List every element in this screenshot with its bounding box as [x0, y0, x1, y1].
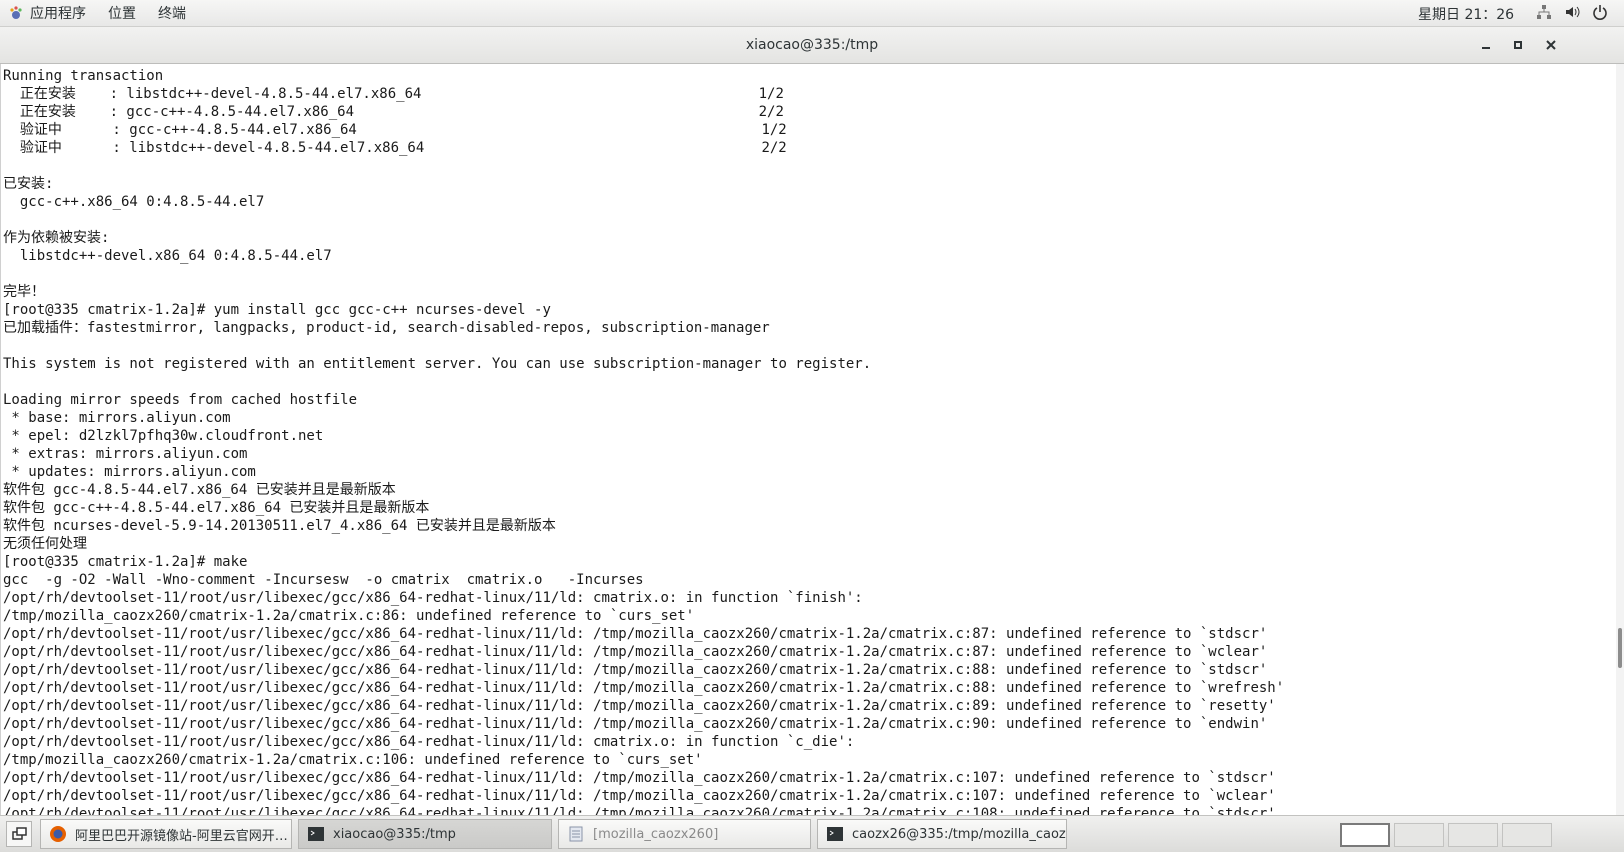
terminal-line: * updates: mirrors.aliyun.com [3, 464, 256, 480]
minimize-icon [1482, 47, 1490, 49]
terminal-line: 作为依赖被安装: [3, 230, 110, 246]
system-tray [1536, 4, 1608, 20]
minimize-button[interactable] [1474, 33, 1498, 57]
terminal-line: /opt/rh/devtoolset-11/root/usr/libexec/g… [3, 698, 1276, 714]
terminal-line: gcc -g -O2 -Wall -Wno-comment -Incursesw… [3, 572, 644, 588]
task-label: 阿里巴巴开源镜像站-阿里云官网开… [75, 828, 288, 844]
terminal-line: 正在安装 : libstdc++-devel-4.8.5-44.el7.x86_… [3, 86, 784, 102]
terminal-line: /opt/rh/devtoolset-11/root/usr/libexec/g… [3, 716, 1268, 732]
terminal-line: * base: mirrors.aliyun.com [3, 410, 231, 426]
terminal-line: /tmp/mozilla_caozx260/cmatrix-1.2a/cmatr… [3, 608, 695, 624]
terminal-line: /opt/rh/devtoolset-11/root/usr/libexec/g… [3, 788, 1276, 804]
terminal-output[interactable]: Running transaction 正在安装 : libstdc++-dev… [0, 64, 1617, 815]
terminal-line: /opt/rh/devtoolset-11/root/usr/libexec/g… [3, 734, 855, 750]
task-label: xiaocao@335:/tmp [333, 826, 456, 842]
task-label: [mozilla_caozx260] [593, 826, 719, 842]
scrollbar-thumb[interactable] [1618, 628, 1622, 668]
terminal-line: 验证中 : libstdc++-devel-4.8.5-44.el7.x86_6… [3, 140, 787, 156]
clock[interactable]: 星期日 21：26 [1418, 4, 1514, 24]
terminal-line: /opt/rh/devtoolset-11/root/usr/libexec/g… [3, 590, 863, 606]
workspace-3[interactable] [1448, 823, 1498, 847]
workspace-4[interactable] [1502, 823, 1552, 847]
maximize-icon [1514, 41, 1522, 49]
terminal-line: 无须任何处理 [3, 536, 87, 552]
terminal-line: * epel: d2lzkl7pfhq30w.cloudfront.net [3, 428, 324, 444]
show-desktop-button[interactable] [6, 821, 32, 847]
terminal-line: 已安装: [3, 176, 54, 192]
applications-menu[interactable]: 应用程序 [8, 3, 108, 23]
terminal-line: /opt/rh/devtoolset-11/root/usr/libexec/g… [3, 662, 1268, 678]
terminal-line: /opt/rh/devtoolset-11/root/usr/libexec/g… [3, 644, 1268, 660]
terminal-line: /tmp/mozilla_caozx260/cmatrix-1.2a/cmatr… [3, 752, 703, 768]
terminal-icon [827, 827, 843, 841]
terminal-line: [root@335 cmatrix-1.2a]# make [3, 554, 248, 570]
menu-terminal[interactable]: 终端 [158, 3, 186, 23]
terminal-text: Running transaction 正在安装 : libstdc++-dev… [1, 64, 1617, 815]
task-terminal-caozx26[interactable]: caozx26@335:/tmp/mozilla_caozx… [817, 819, 1067, 849]
show-desktop-icon [12, 827, 27, 840]
menu-applications[interactable]: 应用程序 [30, 3, 86, 23]
task-terminal-xiaocao[interactable]: xiaocao@335:/tmp [298, 819, 552, 849]
terminal-line: 软件包 gcc-c++-4.8.5-44.el7.x86_64 已安装并且是最新… [3, 500, 430, 516]
top-panel: 应用程序 位置 终端 星期日 21：26 [0, 0, 1624, 27]
terminal-line: 正在安装 : gcc-c++-4.8.5-44.el7.x86_64 2/2 [3, 104, 784, 120]
close-button[interactable] [1539, 33, 1563, 57]
maximize-button[interactable] [1506, 33, 1530, 57]
terminal-line: Loading mirror speeds from cached hostfi… [3, 392, 358, 408]
terminal-line: 完毕！ [3, 284, 45, 300]
menu-places[interactable]: 位置 [108, 3, 136, 23]
terminal-line: /opt/rh/devtoolset-11/root/usr/libexec/g… [3, 806, 1276, 815]
firefox-icon [50, 826, 66, 842]
taskbar: 阿里巴巴开源镜像站-阿里云官网开… xiaocao@335:/tmp [mozi… [0, 815, 1624, 852]
file-manager-icon [569, 826, 583, 842]
terminal-line: This system is not registered with an en… [3, 356, 872, 372]
terminal-line: gcc-c++.x86_64 0:4.8.5-44.el7 [3, 194, 265, 210]
terminal-line: /opt/rh/devtoolset-11/root/usr/libexec/g… [3, 626, 1268, 642]
terminal-line: 验证中 : gcc-c++-4.8.5-44.el7.x86_64 1/2 [3, 122, 787, 138]
terminal-line: /opt/rh/devtoolset-11/root/usr/libexec/g… [3, 680, 1285, 696]
workspace-2[interactable] [1394, 823, 1444, 847]
terminal-icon [308, 827, 324, 841]
workspace-1[interactable] [1340, 823, 1390, 847]
network-icon[interactable] [1536, 4, 1552, 20]
terminal-line: [root@335 cmatrix-1.2a]# yum install gcc… [3, 302, 551, 318]
terminal-line: libstdc++-devel.x86_64 0:4.8.5-44.el7 [3, 248, 332, 264]
volume-icon[interactable] [1564, 4, 1580, 20]
terminal-line: /opt/rh/devtoolset-11/root/usr/libexec/g… [3, 770, 1276, 786]
terminal-line: 已加载插件：fastestmirror, langpacks, product-… [3, 320, 770, 336]
gnome-foot-icon [10, 6, 22, 19]
task-file-manager[interactable]: [mozilla_caozx260] [558, 819, 811, 849]
task-firefox[interactable]: 阿里巴巴开源镜像站-阿里云官网开… [40, 819, 292, 849]
terminal-line: Running transaction [3, 68, 164, 84]
close-icon [1546, 40, 1556, 50]
window-titlebar[interactable]: xiaocao@335:/tmp [0, 27, 1624, 64]
window-title: xiaocao@335:/tmp [745, 37, 879, 53]
terminal-line: 软件包 ncurses-devel-5.9-14.20130511.el7_4.… [3, 518, 556, 534]
task-label: caozx26@335:/tmp/mozilla_caozx… [852, 826, 1067, 842]
terminal-scrollbar[interactable] [1616, 64, 1624, 815]
terminal-line: * extras: mirrors.aliyun.com [3, 446, 248, 462]
power-icon[interactable] [1592, 4, 1608, 20]
terminal-line: 软件包 gcc-4.8.5-44.el7.x86_64 已安装并且是最新版本 [3, 482, 396, 498]
